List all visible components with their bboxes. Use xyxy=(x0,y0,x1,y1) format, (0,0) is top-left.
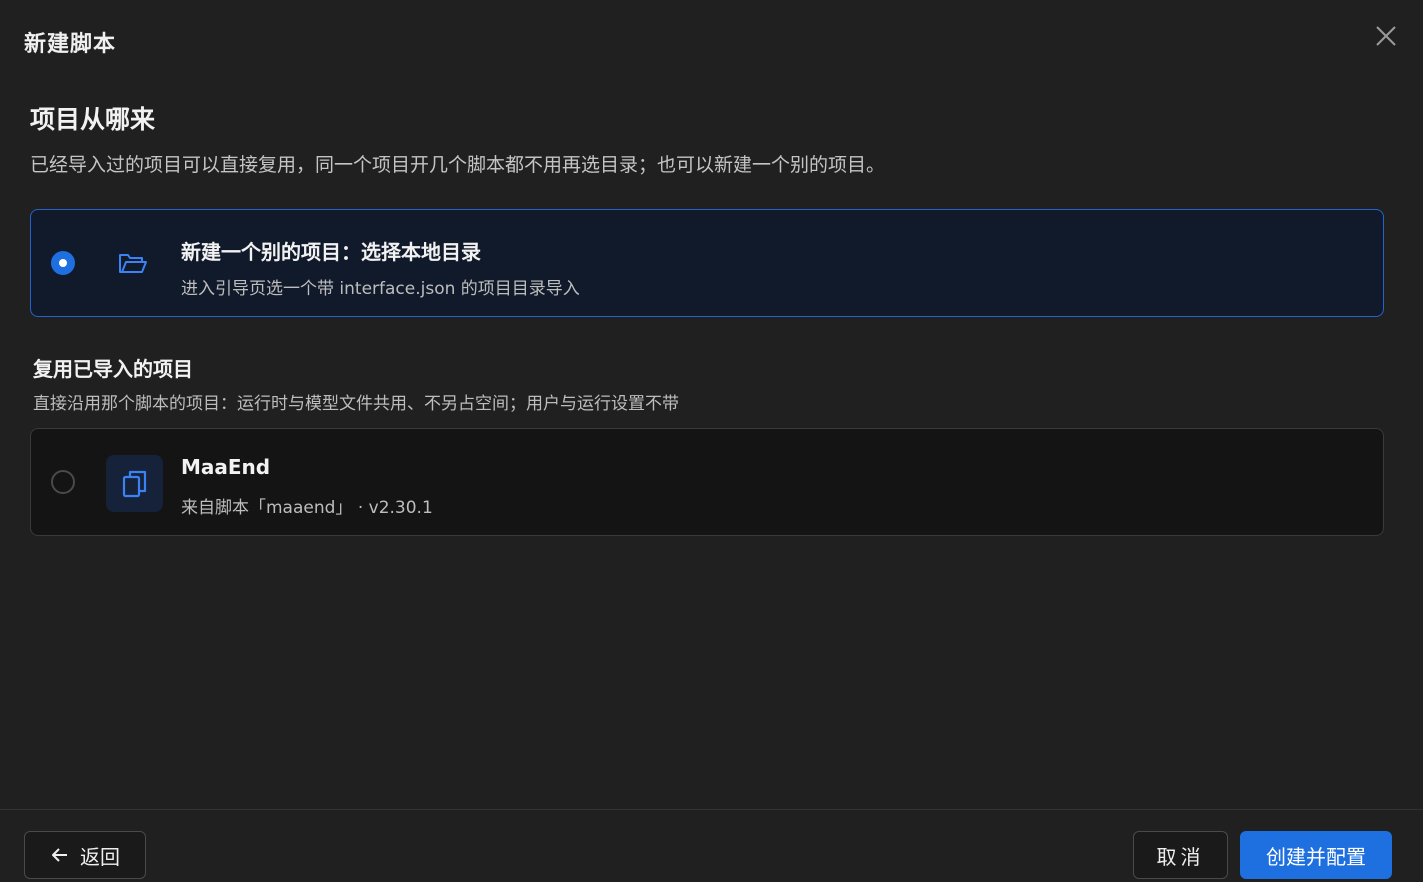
imported-project-source: 来自脚本「maaend」 · v2.30.1 xyxy=(181,498,433,518)
reuse-section-heading: 复用已导入的项目 xyxy=(33,357,193,381)
back-button-label: 返回 xyxy=(80,844,120,869)
create-and-configure-button[interactable]: 创建并配置 xyxy=(1240,831,1392,879)
project-icon-container xyxy=(106,455,163,512)
back-button[interactable]: 返回 xyxy=(24,831,146,879)
imported-project-name: MaaEnd xyxy=(181,455,271,479)
source-section-description: 已经导入过的项目可以直接复用，同一个项目开几个脚本都不用再选目录；也可以新建一个… xyxy=(30,154,886,176)
create-button-label: 创建并配置 xyxy=(1266,844,1366,869)
footer-divider xyxy=(0,809,1423,810)
dialog-title: 新建脚本 xyxy=(24,32,117,57)
imported-project-radio[interactable] xyxy=(51,470,75,494)
cancel-button[interactable]: 取消 xyxy=(1133,831,1228,879)
new-script-dialog: 新建脚本 项目从哪来 已经导入过的项目可以直接复用，同一个项目开几个脚本都不用再… xyxy=(0,0,1423,882)
source-section-heading: 项目从哪来 xyxy=(30,105,156,134)
new-project-subtitle: 进入引导页选一个带 interface.json 的项目目录导入 xyxy=(181,279,580,299)
arrow-left-icon xyxy=(52,848,67,862)
cancel-button-label: 取消 xyxy=(1156,844,1205,869)
folder-open-icon xyxy=(117,250,149,278)
reuse-section-description: 直接沿用那个脚本的项目：运行时与模型文件共用、不另占空间；用户与运行设置不带 xyxy=(33,394,679,414)
copy-document-icon xyxy=(122,470,147,498)
close-icon xyxy=(1376,26,1396,46)
imported-project-option[interactable]: MaaEnd 来自脚本「maaend」 · v2.30.1 xyxy=(30,428,1384,536)
close-button[interactable] xyxy=(1372,22,1400,50)
new-project-option[interactable]: 新建一个别的项目：选择本地目录 进入引导页选一个带 interface.json… xyxy=(30,209,1384,317)
new-project-radio[interactable] xyxy=(51,251,75,275)
new-project-title: 新建一个别的项目：选择本地目录 xyxy=(181,240,481,264)
